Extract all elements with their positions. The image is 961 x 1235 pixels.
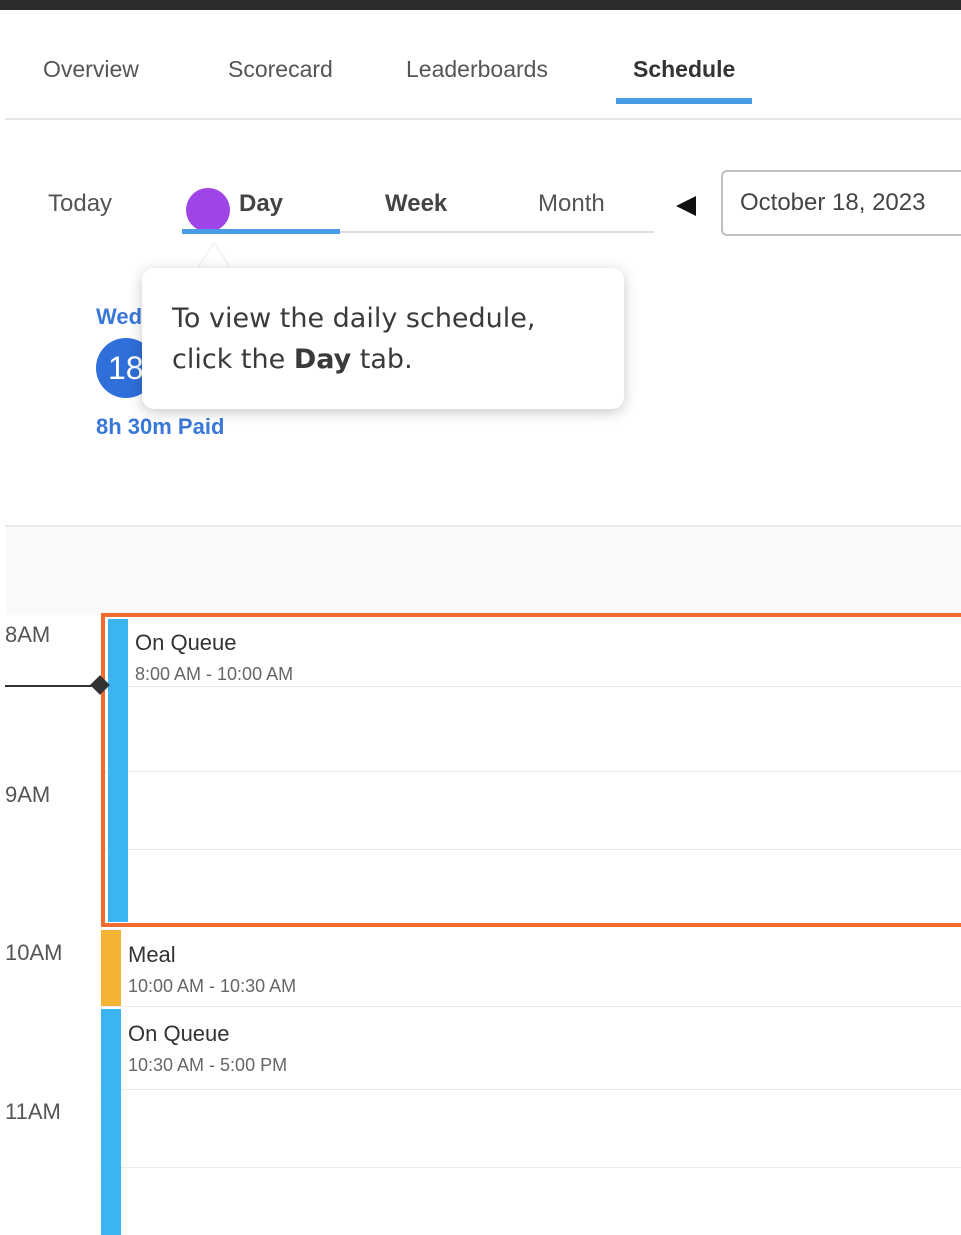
hour-label-8am: 8AM	[5, 622, 51, 647]
current-time-line	[5, 685, 101, 687]
previous-date-arrow-icon[interactable]	[676, 196, 696, 216]
event-color-bar	[108, 619, 128, 922]
tab-active-indicator	[616, 98, 752, 104]
today-button[interactable]: Today	[48, 190, 112, 218]
click-indicator	[186, 188, 230, 232]
current-time-marker-icon	[90, 675, 110, 695]
grid-line	[100, 1006, 961, 1007]
all-day-band	[5, 527, 961, 615]
event-meal[interactable]: Meal 10:00 AM - 10:30 AM	[101, 930, 961, 1006]
day-name: Wed	[96, 304, 143, 329]
tab-overview[interactable]: Overview	[43, 56, 139, 83]
window-top-bar	[0, 0, 961, 10]
view-tab-active-indicator	[182, 229, 340, 234]
tooltip-pointer	[198, 244, 230, 269]
tab-scorecard[interactable]: Scorecard	[228, 56, 333, 83]
event-color-bar	[101, 1009, 121, 1235]
hour-label-10am: 10AM	[5, 940, 63, 965]
event-title: On Queue	[135, 630, 237, 655]
event-on-queue-afternoon[interactable]: On Queue 10:30 AM - 5:00 PM	[101, 1009, 961, 1235]
event-on-queue-morning[interactable]: On Queue 8:00 AM - 10:00 AM	[108, 619, 961, 922]
event-time: 10:00 AM - 10:30 AM	[128, 976, 297, 996]
paid-hours: 8h 30m Paid	[96, 414, 225, 439]
event-color-bar	[101, 930, 121, 1006]
view-tab-day[interactable]: Day	[239, 190, 283, 218]
event-title: Meal	[128, 942, 176, 967]
guide-tooltip: To view the daily schedule, click the Da…	[142, 268, 624, 409]
view-tab-month[interactable]: Month	[538, 190, 605, 218]
event-time: 10:30 AM - 5:00 PM	[128, 1055, 288, 1075]
event-time: 8:00 AM - 10:00 AM	[135, 664, 294, 684]
view-tab-week[interactable]: Week	[385, 190, 447, 218]
hour-label-9am: 9AM	[5, 782, 51, 807]
event-title: On Queue	[128, 1021, 230, 1046]
tab-leaderboards[interactable]: Leaderboards	[406, 56, 548, 83]
date-picker-input[interactable]	[721, 170, 961, 236]
tooltip-day-emphasis: Day	[293, 344, 352, 375]
main-tabs: Overview Scorecard Leaderboards Schedule	[5, 10, 961, 120]
hour-label-11am: 11AM	[5, 1099, 61, 1124]
tab-schedule[interactable]: Schedule	[633, 56, 735, 83]
tooltip-line-1: To view the daily schedule,	[172, 303, 536, 334]
tooltip-line-2: click the Day tab.	[172, 344, 413, 375]
